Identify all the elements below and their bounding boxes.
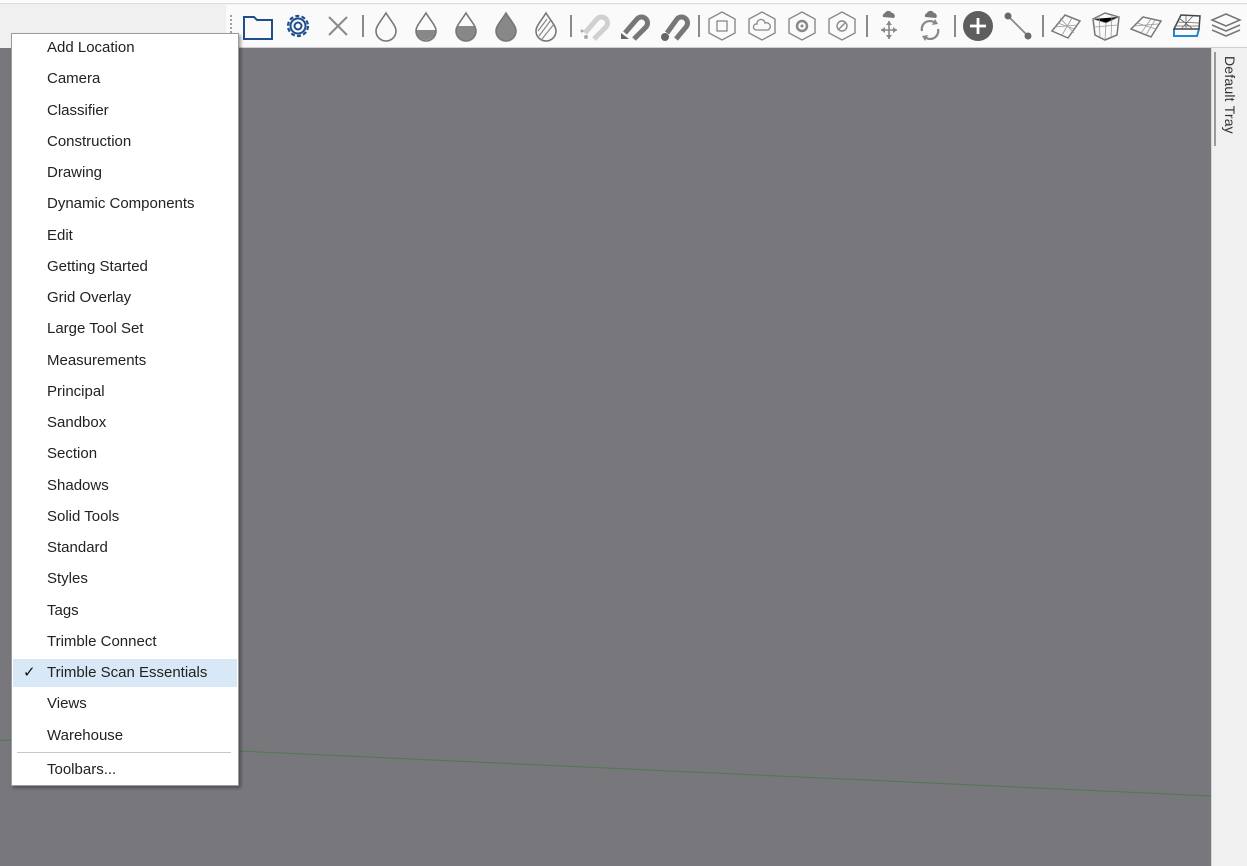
menu-item-label: Add Location bbox=[47, 39, 135, 56]
cube-slash-icon[interactable] bbox=[824, 8, 860, 44]
menu-item-construction[interactable]: Construction bbox=[13, 128, 237, 156]
toolbar-separator bbox=[866, 15, 868, 37]
add-circle-icon[interactable] bbox=[960, 8, 996, 44]
menu-item-sandbox[interactable]: Sandbox bbox=[13, 409, 237, 437]
toolbars-context-menu: Add Location Camera Classifier Construction… bbox=[11, 33, 239, 786]
menu-item-camera[interactable]: Camera bbox=[13, 65, 237, 93]
menu-item-shadows[interactable]: Shadows bbox=[13, 472, 237, 500]
menu-item-label: Styles bbox=[47, 570, 88, 588]
cube-square-icon[interactable] bbox=[704, 8, 740, 44]
magnet-ball-icon[interactable] bbox=[656, 8, 692, 44]
menu-item-classifier[interactable]: Classifier bbox=[13, 97, 237, 125]
menu-item-label: Principal bbox=[47, 382, 105, 400]
menu-item-label: Grid Overlay bbox=[47, 289, 132, 306]
mesh-flat-icon[interactable] bbox=[1128, 8, 1164, 44]
mesh-active-icon[interactable] bbox=[1168, 8, 1204, 44]
toolbar-separator bbox=[1042, 15, 1044, 37]
menu-item-label: Measurements bbox=[47, 351, 147, 369]
drop-full-icon[interactable] bbox=[488, 8, 524, 44]
menu-item-getting-started[interactable]: Getting Started bbox=[13, 253, 237, 281]
menu-item-toolbars[interactable]: Toolbars... bbox=[13, 756, 237, 784]
menu-item-label: Warehouse bbox=[47, 726, 124, 744]
menu-item-label: Views bbox=[47, 695, 87, 713]
folder-icon[interactable] bbox=[240, 8, 276, 44]
mesh-wire-icon[interactable] bbox=[1048, 8, 1084, 44]
menu-item-label: Edit bbox=[47, 226, 73, 244]
menu-item-label: Section bbox=[47, 445, 98, 463]
toolbar-separator bbox=[698, 15, 700, 37]
default-tray: Default Tray bbox=[1211, 48, 1247, 866]
gear-icon[interactable] bbox=[280, 8, 316, 44]
menu-item-label: Getting Started bbox=[47, 257, 148, 275]
checkmark-icon: ✓ bbox=[23, 664, 36, 681]
menu-item-trimble-connect[interactable]: Trimble Connect bbox=[13, 628, 237, 656]
title-bar-edge bbox=[0, 0, 1247, 4]
drop-half-icon[interactable] bbox=[408, 8, 444, 44]
menu-item-dynamic-components[interactable]: Dynamic Components bbox=[13, 190, 237, 218]
menu-item-label: Dynamic Components bbox=[47, 195, 195, 213]
menu-item-standard[interactable]: Standard bbox=[13, 534, 237, 562]
menu-separator bbox=[17, 752, 231, 753]
drop-mostly-icon[interactable] bbox=[448, 8, 484, 44]
drop-empty-icon[interactable] bbox=[368, 8, 404, 44]
menu-item-label: Toolbars... bbox=[47, 761, 117, 778]
layers-icon[interactable] bbox=[1208, 8, 1244, 44]
menu-item-grid-overlay[interactable]: Grid Overlay bbox=[13, 284, 237, 312]
menu-item-label: Drawing bbox=[47, 164, 103, 181]
menu-item-measurements[interactable]: Measurements bbox=[13, 347, 237, 375]
menu-item-label: Trimble Scan Essentials bbox=[47, 664, 208, 681]
menu-item-warehouse[interactable]: Warehouse bbox=[13, 722, 237, 750]
menu-item-add-location[interactable]: Add Location bbox=[13, 34, 237, 62]
move-arrows-icon[interactable] bbox=[872, 8, 908, 44]
menu-item-large-tool-set[interactable]: Large Tool Set bbox=[13, 315, 237, 343]
menu-item-label: Camera bbox=[47, 70, 101, 88]
close-icon[interactable] bbox=[320, 8, 356, 44]
rotate-cloud-icon[interactable] bbox=[912, 8, 948, 44]
menu-item-label: Sandbox bbox=[47, 414, 107, 431]
menu-item-edit[interactable]: Edit bbox=[13, 222, 237, 250]
menu-item-label: Standard bbox=[47, 539, 108, 556]
menu-item-views[interactable]: Views bbox=[13, 690, 237, 718]
menu-item-label: Shadows bbox=[47, 476, 109, 494]
tray-tab[interactable]: Default Tray bbox=[1214, 52, 1242, 146]
menu-item-label: Solid Tools bbox=[47, 507, 120, 525]
menu-item-principal[interactable]: Principal bbox=[13, 378, 237, 406]
cube-spiral-icon[interactable] bbox=[784, 8, 820, 44]
menu-item-solid-tools[interactable]: Solid Tools bbox=[13, 503, 237, 531]
scan-essentials-toolbar bbox=[226, 5, 1247, 48]
menu-item-section[interactable]: Section bbox=[13, 440, 237, 468]
menu-item-drawing[interactable]: Drawing bbox=[13, 159, 237, 187]
menu-item-styles[interactable]: Styles bbox=[13, 565, 237, 593]
magnet-faded-icon[interactable] bbox=[576, 8, 612, 44]
toolbar-separator bbox=[362, 15, 364, 37]
toolbar-separator bbox=[954, 15, 956, 37]
menu-item-label: Construction bbox=[47, 132, 132, 150]
mesh-box-icon[interactable] bbox=[1088, 8, 1124, 44]
cube-cloud-icon[interactable] bbox=[744, 8, 780, 44]
menu-item-trimble-scan-essentials[interactable]: ✓ Trimble Scan Essentials bbox=[13, 659, 237, 687]
magnet-icon[interactable] bbox=[616, 8, 652, 44]
measure-line-icon[interactable] bbox=[1000, 8, 1036, 44]
menu-item-label: Classifier bbox=[47, 101, 109, 119]
menu-item-tags[interactable]: Tags bbox=[13, 597, 237, 625]
drop-hatched-icon[interactable] bbox=[528, 8, 564, 44]
menu-item-label: Trimble Connect bbox=[47, 632, 157, 650]
menu-item-label: Large Tool Set bbox=[47, 320, 144, 338]
menu-item-label: Tags bbox=[47, 601, 79, 619]
tray-title: Default Tray bbox=[1222, 56, 1238, 134]
toolbar-separator bbox=[570, 15, 572, 37]
